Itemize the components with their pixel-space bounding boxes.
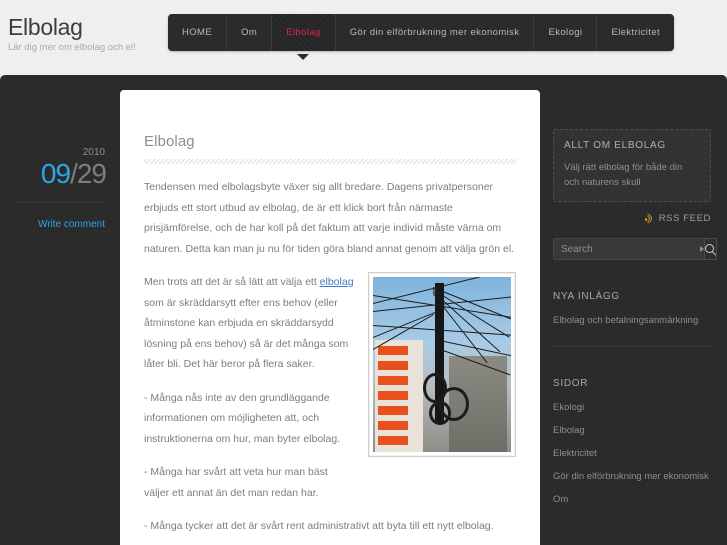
rss-feed-link[interactable]: RSS FEED (553, 212, 711, 225)
promo-title: ALLT OM ELBOLAG (564, 140, 666, 151)
recent-posts-list: Elbolag och betalningsanmärkning (553, 314, 711, 327)
cable-coil (429, 401, 451, 425)
write-comment-link[interactable]: Write comment (38, 219, 105, 230)
post-title: Elbolag (144, 133, 195, 150)
pages-list: Ekologi Elbolag Elektricitet Gör din elf… (553, 401, 711, 506)
list-item[interactable]: Gör din elförbrukning mer ekonomisk (553, 470, 711, 483)
paragraph-2-text-after: som är skräddarsytt efter ens behov (ell… (144, 296, 349, 371)
promo-text: Välj rätt elbolag för både din och natur… (564, 162, 683, 188)
building-left (375, 340, 423, 452)
elbolag-inline-link[interactable]: elbolag (320, 276, 354, 288)
post-date: 09/29 (40, 157, 107, 191)
sidebar: ALLT OM ELBOLAG Välj rätt elbolag för bå… (540, 90, 727, 545)
list-item[interactable]: Ekologi (553, 401, 711, 414)
search-input[interactable] (553, 238, 700, 260)
nav-item-ekologi[interactable]: Ekologi (534, 14, 598, 51)
meta-divider (15, 202, 106, 203)
power-lines-photo (373, 277, 511, 452)
page-link-elbolag[interactable]: Elbolag (553, 424, 711, 437)
widget-divider (553, 346, 711, 347)
recent-posts-title: NYA INLÄGG (553, 291, 620, 302)
rss-icon (640, 212, 654, 225)
site-title: Elbolag (8, 14, 83, 40)
site-tagline: Lär dig mer om elbolag och el! (8, 42, 136, 53)
blog-post: Elbolag Tendensen med elbolagsbyte växer… (120, 90, 540, 545)
list-item[interactable]: Elbolag (553, 424, 711, 437)
nav-item-elbolag[interactable]: Elbolag (272, 14, 336, 60)
search-button[interactable] (704, 238, 717, 260)
content-panel: Elbolag Tendensen med elbolagsbyte växer… (120, 90, 540, 545)
rss-feed-label: RSS FEED (658, 213, 711, 224)
site-branding[interactable]: Elbolag Lär dig mer om elbolag och el! (8, 14, 136, 54)
page-shell: 2010 09/29 Write comment Elbolag Tendens… (0, 75, 727, 545)
post-month: 09 (40, 158, 71, 189)
post-day: /29 (70, 158, 107, 189)
page-link-ekologi[interactable]: Ekologi (553, 401, 711, 414)
page-link-om[interactable]: Om (553, 493, 711, 506)
pages-widget: SIDOR Ekologi Elbolag Elektricitet Gör d… (553, 377, 711, 506)
list-item[interactable]: Om (553, 493, 711, 506)
primary-navigation[interactable]: HOME Om Elbolag Gör din elförbrukning me… (168, 14, 675, 60)
recent-post-link[interactable]: Elbolag och betalningsanmärkning (553, 314, 711, 327)
post-paragraph-1: Tendensen med elbolagsbyte växer sig all… (144, 181, 515, 255)
nav-item-elektricitet[interactable]: Elektricitet (597, 14, 674, 51)
pages-title: SIDOR (553, 378, 589, 389)
post-bullet-3: - Många tycker att det är svårt rent adm… (144, 520, 494, 532)
list-item[interactable]: Elbolag och betalningsanmärkning (553, 314, 711, 327)
promo-widget: ALLT OM ELBOLAG Välj rätt elbolag för bå… (553, 129, 711, 202)
post-bullet-2: - Många har svårt att veta hur man bäst … (144, 466, 328, 499)
list-item[interactable]: Elektricitet (553, 447, 711, 460)
post-meta-column: 2010 09/29 Write comment (0, 90, 120, 545)
post-title-divider (144, 159, 516, 164)
nav-item-gor-din-elforbrukning[interactable]: Gör din elförbrukning mer ekonomisk (336, 14, 535, 51)
nav-item-om[interactable]: Om (227, 14, 273, 51)
search-form[interactable] (553, 238, 717, 260)
paragraph-2-text-before: Men trots att det är så lätt att välja e… (144, 276, 320, 288)
page-link-gor-din-elforbrukning[interactable]: Gör din elförbrukning mer ekonomisk (553, 470, 711, 483)
recent-posts-widget: NYA INLÄGG Elbolag och betalningsanmärkn… (553, 290, 711, 347)
site-header: Elbolag Lär dig mer om elbolag och el! H… (0, 0, 727, 75)
nav-item-home[interactable]: HOME (168, 14, 228, 51)
page-link-elektricitet[interactable]: Elektricitet (553, 447, 711, 460)
search-icon (705, 243, 716, 255)
post-image (368, 272, 516, 457)
